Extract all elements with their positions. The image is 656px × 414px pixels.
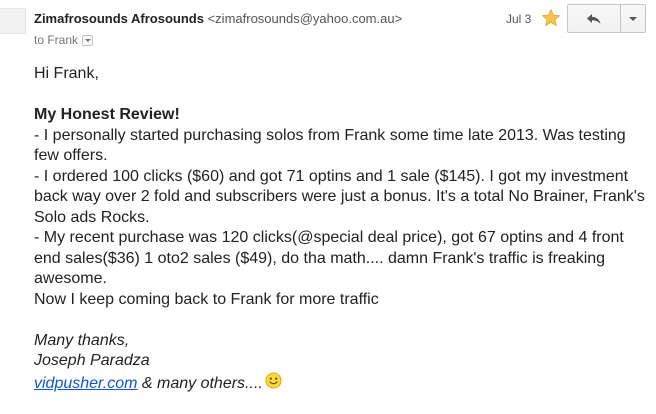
more-actions-button[interactable] [620, 4, 646, 33]
review-title: My Honest Review! [34, 106, 180, 123]
message-date: Jul 3 [506, 12, 532, 26]
star-icon[interactable] [541, 8, 561, 28]
greeting: Hi Frank, [34, 65, 99, 82]
message-body: Hi Frank, My Honest Review! - I personal… [34, 64, 649, 394]
review-line-3: - My recent purchase was 120 clicks(@spe… [34, 229, 624, 287]
chevron-down-icon [629, 16, 637, 21]
reply-button[interactable] [567, 4, 621, 33]
recipient-line: to Frank [34, 33, 94, 47]
sender-avatar [0, 8, 26, 34]
sender-name[interactable]: Zimafrosounds Afrosounds [34, 11, 204, 26]
recipient-label: to Frank [34, 33, 79, 47]
review-line-1: - I personally started purchasing solos … [34, 126, 626, 165]
signoff-name: Joseph Paradza [34, 352, 150, 369]
signature-line: vidpusher.com & many others.... [34, 371, 649, 395]
reply-arrow-icon [587, 13, 601, 24]
signoff-thanks: Many thanks, [34, 331, 130, 349]
signature-suffix: & many others.... [137, 374, 263, 392]
signature-link[interactable]: vidpusher.com [34, 375, 137, 392]
review-line-4: Now I keep coming back to Frank for more… [34, 290, 379, 308]
details-dropdown-icon[interactable] [82, 34, 94, 46]
review-line-2: - I ordered 100 clicks ($60) and got 71 … [34, 167, 645, 226]
smiley-icon [265, 371, 282, 389]
email-message: Zimafrosounds Afrosounds <zimafrosounds@… [0, 0, 656, 414]
from-line: Zimafrosounds Afrosounds <zimafrosounds@… [34, 11, 402, 26]
sender-email: <zimafrosounds@yahoo.com.au> [207, 11, 403, 26]
